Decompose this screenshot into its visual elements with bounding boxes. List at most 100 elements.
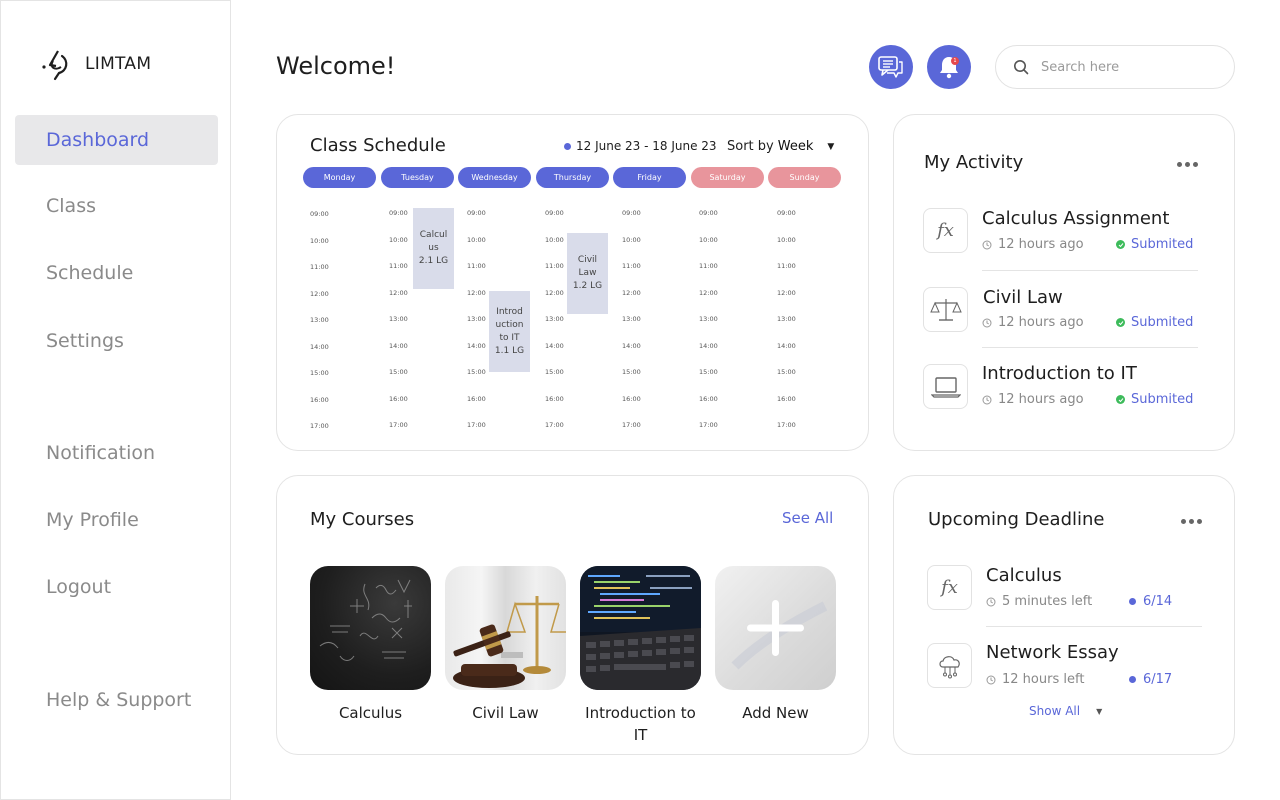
course-card-introduction-to-it[interactable]: Introduction to IT (580, 566, 701, 746)
sort-by-dropdown[interactable]: Sort by Week ▼ (727, 139, 834, 154)
event-line: uction (495, 319, 524, 330)
day-header-thursday[interactable]: Thursday (536, 167, 609, 188)
chalkboard-image (319, 579, 412, 661)
deadline-item-title[interactable]: Calculus (986, 565, 1062, 586)
time-slot-label: 09:00 (545, 209, 564, 217)
time-slot-label: 16:00 (310, 395, 329, 404)
time-slot-label: 13:00 (622, 315, 641, 323)
class-schedule-card: Class Schedule 12 June 23 - 18 June 23 S… (276, 114, 869, 451)
time-slot-label: 14:00 (699, 341, 718, 350)
time-slot-label: 16:00 (699, 394, 718, 403)
time-slot-label: 11:00 (310, 263, 329, 271)
time-slot-label: 11:00 (467, 262, 486, 270)
time-slot-label: 17:00 (310, 422, 329, 430)
search-bar[interactable] (995, 45, 1235, 89)
time-slot-label: 17:00 (777, 421, 796, 429)
see-all-link[interactable]: See All (782, 509, 833, 527)
activity-status: Submited (1116, 315, 1193, 330)
time-slot-label: 16:00 (777, 394, 796, 403)
deadline-more-icon[interactable] (1181, 516, 1205, 526)
sidebar-item-schedule[interactable]: Schedule (15, 248, 218, 298)
sidebar-item-class[interactable]: Class (15, 181, 218, 231)
deadline-icon-box: fx (927, 565, 972, 610)
deadline-due-date: 6/14 (1129, 594, 1172, 609)
event-line: Civil (577, 255, 598, 265)
sidebar-item-help-support[interactable]: Help & Support (15, 675, 218, 725)
event-introduction-to-it[interactable]: Introd uction to IT 1.1 LG (489, 291, 530, 372)
cloud-network-icon (938, 655, 960, 678)
caret-down-icon: ▼ (827, 141, 835, 152)
activity-item-time: 12 hours ago (982, 315, 1084, 330)
time-slot-label: 16:00 (389, 394, 408, 403)
event-civil-law[interactable]: Civil Law 1.2 LG (567, 233, 608, 314)
due-dot-icon (1129, 598, 1136, 605)
event-line: 1.2 LG (572, 281, 603, 291)
time-slot-label: 15:00 (777, 368, 796, 376)
chat-icon (878, 56, 903, 78)
time-slot-label: 13:00 (545, 315, 564, 323)
activity-item-title[interactable]: Calculus Assignment (982, 208, 1169, 229)
activity-item-title[interactable]: Civil Law (983, 287, 1063, 308)
show-all-dropdown[interactable]: Show All ▼ (1029, 704, 1102, 718)
time-slot-label: 15:00 (622, 368, 641, 376)
time-slot-label: 12:00 (622, 288, 641, 297)
time-slot-label: 12:00 (699, 288, 718, 297)
sidebar-item-dashboard[interactable]: Dashboard (15, 115, 218, 165)
messages-button[interactable] (869, 45, 913, 89)
activity-status: Submited (1116, 237, 1193, 252)
notifications-button[interactable]: 1 (927, 45, 971, 89)
activity-item-title[interactable]: Introduction to IT (982, 363, 1137, 384)
course-name: Introduction to IT (585, 704, 696, 744)
gavel-scales-image (453, 596, 566, 688)
sidebar-item-notification[interactable]: Notification (15, 428, 218, 478)
show-all-label: Show All (1029, 704, 1081, 718)
day-header-monday[interactable]: Monday (303, 167, 376, 188)
brand-name: LIMTAM (85, 54, 152, 74)
day-header-tuesday[interactable]: Tuesday (381, 167, 454, 188)
time-slot-label: 12:00 (545, 288, 564, 297)
deadline-due-date: 6/17 (1129, 672, 1172, 687)
deadline-due-text: 6/17 (1143, 672, 1173, 687)
day-header-saturday[interactable]: Saturday (691, 167, 764, 188)
fx-icon: fx (941, 577, 958, 598)
time-slot-label: 11:00 (622, 262, 641, 270)
day-header-wednesday[interactable]: Wednesday (458, 167, 531, 188)
course-card-calculus[interactable]: Calculus (310, 566, 431, 724)
laptop-code-image (580, 566, 701, 690)
deadline-icon-box (927, 643, 972, 688)
date-dot-icon (564, 142, 571, 150)
schedule-date-range[interactable]: 12 June 23 - 18 June 23 (564, 139, 717, 153)
time-slot-label: 09:00 (310, 210, 329, 218)
time-slot-label: 14:00 (310, 342, 329, 351)
activity-more-icon[interactable] (1177, 159, 1201, 169)
activity-time-text: 12 hours ago (998, 392, 1084, 407)
day-header-sunday[interactable]: Sunday (768, 167, 841, 188)
time-slot-label: 13:00 (699, 315, 718, 323)
sidebar-item-settings[interactable]: Settings (15, 316, 218, 366)
time-slot-label: 13:00 (777, 315, 796, 323)
activity-status-text: Submited (1131, 392, 1194, 407)
course-card-civil-law[interactable]: Civil Law (445, 566, 566, 724)
add-new-course-button[interactable]: Add New (715, 566, 836, 724)
time-slot-label: 17:00 (622, 421, 641, 429)
check-circle-icon (1116, 240, 1125, 249)
search-input[interactable] (1041, 59, 1211, 75)
deadline-title: Upcoming Deadline (928, 509, 1105, 530)
activity-icon-box: fx (923, 208, 968, 253)
time-slot-label: 12:00 (310, 289, 329, 298)
time-slot-label: 09:00 (467, 209, 486, 217)
time-slot-label: 14:00 (545, 341, 564, 350)
activity-icon-box (923, 287, 968, 332)
deadline-item-title[interactable]: Network Essay (986, 642, 1119, 663)
sidebar-item-my-profile[interactable]: My Profile (15, 495, 218, 545)
event-calculus[interactable]: Calcul us 2.1 LG (413, 208, 454, 289)
day-header-friday[interactable]: Friday (613, 167, 686, 188)
sidebar-item-logout[interactable]: Logout (15, 562, 218, 612)
course-name: Calculus (338, 704, 403, 722)
clock-icon (982, 318, 992, 327)
time-slot-label: 11:00 (545, 262, 564, 270)
time-slot-label: 12:00 (389, 288, 408, 297)
brand-logo[interactable]: LIMTAM (41, 47, 151, 81)
time-slot-label: 15:00 (467, 368, 486, 376)
time-slot-label: 10:00 (699, 235, 718, 244)
